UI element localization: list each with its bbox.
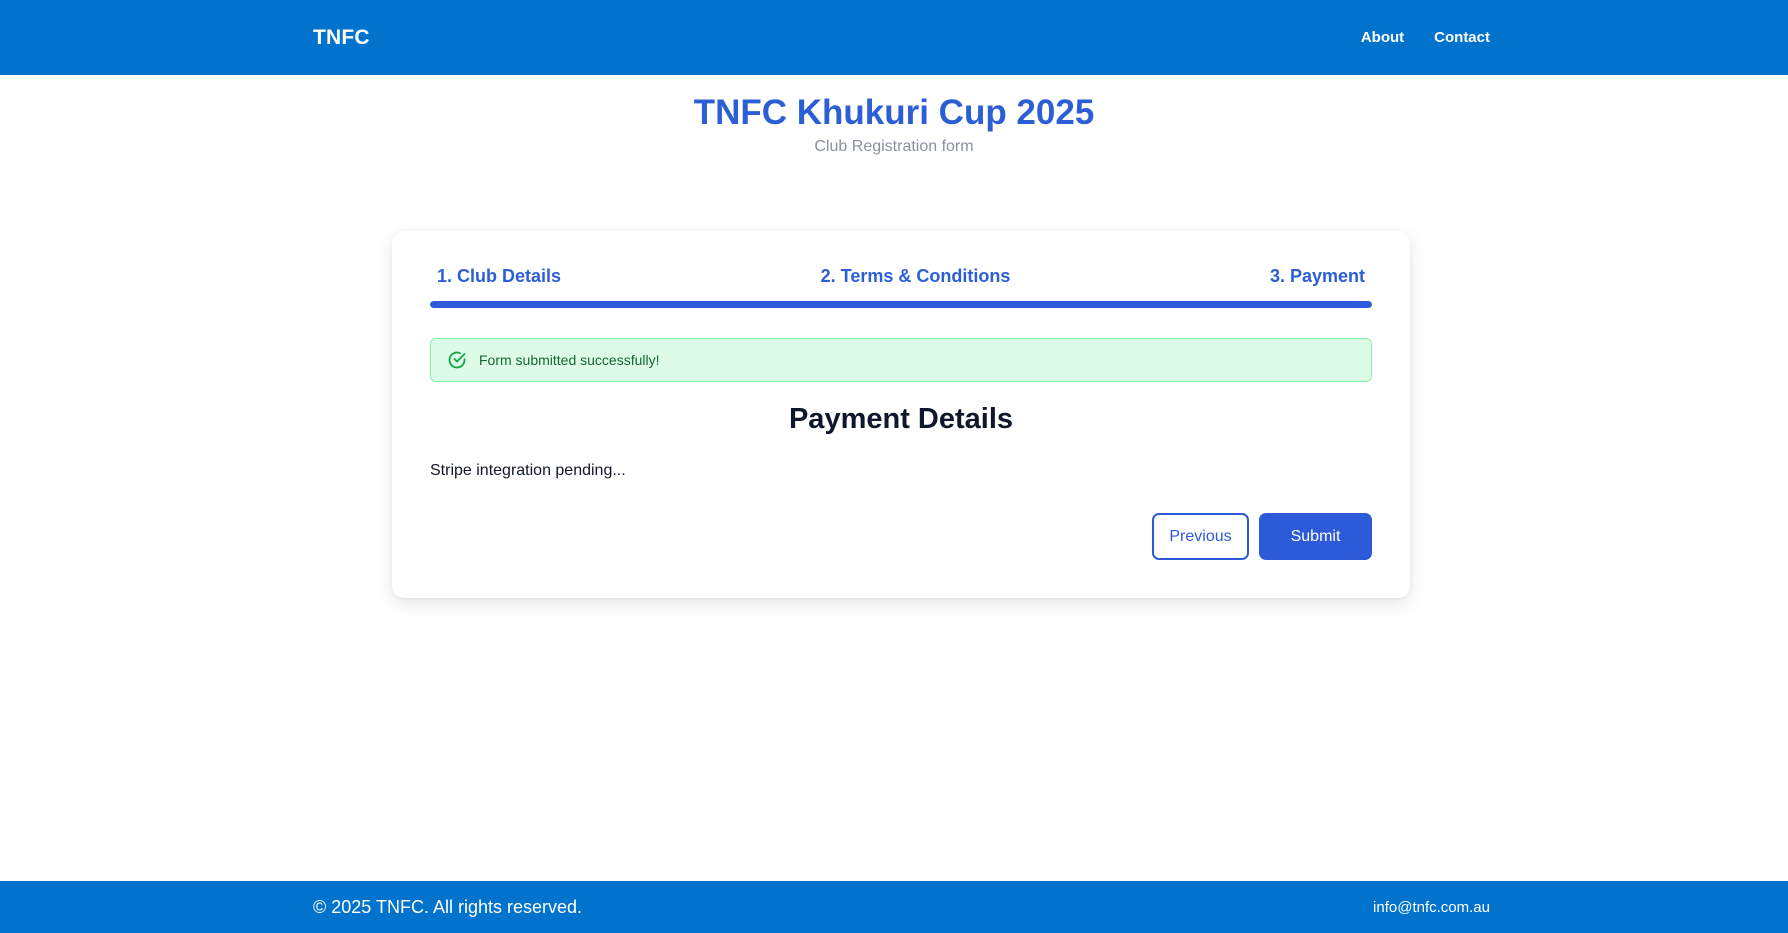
- footer-inner: © 2025 TNFC. All rights reserved. info@t…: [313, 881, 1490, 933]
- registration-card: 1. Club Details 2. Terms & Conditions 3.…: [392, 231, 1410, 598]
- page-subtitle: Club Registration form: [814, 138, 974, 155]
- previous-button[interactable]: Previous: [1152, 513, 1249, 560]
- page-title: TNFC Khukuri Cup 2025: [693, 93, 1095, 132]
- brand-logo[interactable]: TNFC: [313, 26, 370, 50]
- navbar: TNFC About Contact: [0, 0, 1788, 75]
- navbar-inner: TNFC About Contact: [313, 0, 1490, 75]
- payment-status-text: Stripe integration pending...: [430, 462, 626, 479]
- progress-bar-fill: [430, 301, 1372, 308]
- hero: TNFC Khukuri Cup 2025 Club Registration …: [0, 92, 1788, 156]
- step-payment: 3. Payment: [1269, 266, 1365, 286]
- step-terms-conditions: 2. Terms & Conditions: [820, 266, 1011, 286]
- success-alert-message: Form submitted successfully!: [479, 352, 660, 368]
- nav-link-about[interactable]: About: [1361, 29, 1404, 46]
- progress-bar: [430, 301, 1372, 308]
- step-club-details: 1. Club Details: [437, 266, 562, 286]
- check-circle-icon: [447, 350, 467, 370]
- footer-copyright: © 2025 TNFC. All rights reserved.: [313, 896, 583, 917]
- form-actions: Previous Submit: [1152, 513, 1372, 560]
- success-alert: Form submitted successfully!: [430, 338, 1372, 382]
- footer-email-link[interactable]: info@tnfc.com.au: [1373, 899, 1490, 916]
- nav-links: About Contact: [1361, 29, 1490, 46]
- footer: © 2025 TNFC. All rights reserved. info@t…: [0, 881, 1788, 933]
- payment-details-title: Payment Details: [788, 403, 1014, 435]
- submit-button[interactable]: Submit: [1259, 513, 1372, 560]
- step-indicator: 1. Club Details 2. Terms & Conditions 3.…: [430, 266, 1372, 287]
- nav-link-contact[interactable]: Contact: [1434, 29, 1490, 46]
